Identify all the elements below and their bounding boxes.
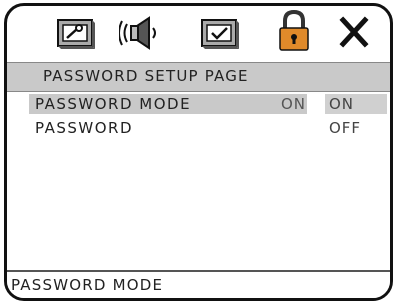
checkbox-tab-icon[interactable] — [199, 14, 241, 52]
menu-item-password[interactable]: PASSWORD — [29, 118, 307, 138]
menu-item-value: ON — [281, 95, 307, 113]
menu-item-password-mode[interactable]: PASSWORD MODE ON — [29, 94, 307, 114]
page-title: PASSWORD SETUP PAGE — [43, 67, 249, 85]
option-off[interactable]: OFF — [325, 118, 387, 138]
osd-window: PASSWORD SETUP PAGE PASSWORD MODE ON PAS… — [4, 3, 393, 301]
speaker-tab-icon[interactable] — [119, 14, 163, 52]
menu-item-label: PASSWORD — [35, 119, 134, 137]
wrench-tab-icon[interactable] — [55, 14, 97, 52]
lock-tab-icon[interactable] — [275, 8, 313, 54]
status-text: PASSWORD MODE — [11, 276, 164, 294]
menu-item-label: PASSWORD MODE — [35, 95, 192, 113]
status-bar: PASSWORD MODE — [7, 270, 390, 298]
page-title-bar: PASSWORD SETUP PAGE — [7, 62, 390, 92]
option-on[interactable]: ON — [325, 94, 387, 114]
tab-icon-bar — [7, 6, 390, 62]
close-icon[interactable] — [339, 16, 369, 48]
option-list: ON OFF — [325, 94, 387, 142]
